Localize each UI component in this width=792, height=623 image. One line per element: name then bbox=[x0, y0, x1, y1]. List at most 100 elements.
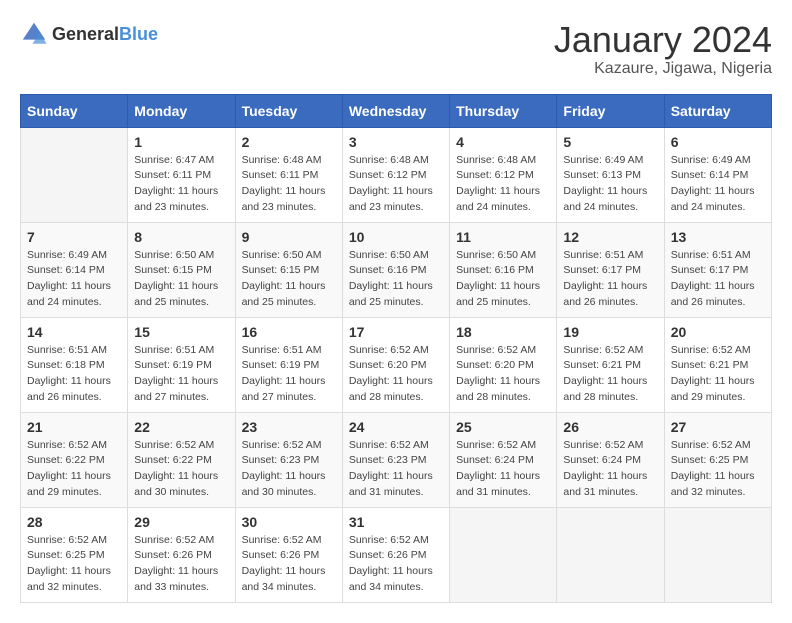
day-cell: 16 Sunrise: 6:51 AMSunset: 6:19 PMDayligh… bbox=[235, 317, 342, 412]
day-cell: 19Sunrise: 6:52 AMSunset: 6:21 PMDayligh… bbox=[557, 317, 664, 412]
day-cell: 23 Sunrise: 6:52 AMSunset: 6:23 PMDayligh… bbox=[235, 412, 342, 507]
day-number: 22 bbox=[134, 419, 228, 435]
week-row-0: 1 Sunrise: 6:47 AMSunset: 6:11 PMDaylight… bbox=[21, 127, 772, 222]
day-number: 28 bbox=[27, 514, 121, 530]
day-cell: 7 Sunrise: 6:49 AMSunset: 6:14 PMDaylight… bbox=[21, 222, 128, 317]
day-number: 14 bbox=[27, 324, 121, 340]
day-cell: 28 Sunrise: 6:52 AMSunset: 6:25 PMDayligh… bbox=[21, 507, 128, 602]
logo-text-general: General bbox=[52, 24, 119, 44]
day-number: 2 bbox=[242, 134, 336, 150]
day-number: 25 bbox=[456, 419, 550, 435]
day-info: Sunrise: 6:48 AMSunset: 6:12 PMDaylight:… bbox=[349, 153, 443, 216]
day-cell: 31 Sunrise: 6:52 AMSunset: 6:26 PMDayligh… bbox=[342, 507, 449, 602]
header-cell-saturday: Saturday bbox=[664, 94, 771, 127]
day-info: Sunrise: 6:52 AMSunset: 6:21 PMDaylight:… bbox=[563, 343, 657, 406]
day-info: Sunrise: 6:52 AMSunset: 6:22 PMDaylight:… bbox=[134, 438, 228, 501]
day-cell: 24 Sunrise: 6:52 AMSunset: 6:23 PMDayligh… bbox=[342, 412, 449, 507]
day-info: Sunrise: 6:52 AMSunset: 6:23 PMDaylight:… bbox=[349, 438, 443, 501]
day-number: 11 bbox=[456, 229, 550, 245]
day-cell: 25 Sunrise: 6:52 AMSunset: 6:24 PMDayligh… bbox=[450, 412, 557, 507]
day-cell bbox=[557, 507, 664, 602]
day-number: 9 bbox=[242, 229, 336, 245]
day-number: 10 bbox=[349, 229, 443, 245]
day-info: Sunrise: 6:52 AMSunset: 6:22 PMDaylight:… bbox=[27, 438, 121, 501]
day-number: 7 bbox=[27, 229, 121, 245]
day-number: 18 bbox=[456, 324, 550, 340]
day-number: 30 bbox=[242, 514, 336, 530]
day-info: Sunrise: 6:50 AMSunset: 6:15 PMDaylight:… bbox=[242, 248, 336, 311]
day-cell: 10Sunrise: 6:50 AMSunset: 6:16 PMDayligh… bbox=[342, 222, 449, 317]
day-number: 5 bbox=[563, 134, 657, 150]
header-cell-friday: Friday bbox=[557, 94, 664, 127]
day-cell: 11 Sunrise: 6:50 AMSunset: 6:16 PMDayligh… bbox=[450, 222, 557, 317]
day-info: Sunrise: 6:52 AMSunset: 6:20 PMDaylight:… bbox=[349, 343, 443, 406]
day-number: 29 bbox=[134, 514, 228, 530]
day-cell: 12Sunrise: 6:51 AMSunset: 6:17 PMDayligh… bbox=[557, 222, 664, 317]
day-info: Sunrise: 6:52 AMSunset: 6:21 PMDaylight:… bbox=[671, 343, 765, 406]
day-cell: 13Sunrise: 6:51 AMSunset: 6:17 PMDayligh… bbox=[664, 222, 771, 317]
day-cell: 27 Sunrise: 6:52 AMSunset: 6:25 PMDayligh… bbox=[664, 412, 771, 507]
week-row-2: 14 Sunrise: 6:51 AMSunset: 6:18 PMDayligh… bbox=[21, 317, 772, 412]
day-cell: 4Sunrise: 6:48 AMSunset: 6:12 PMDaylight… bbox=[450, 127, 557, 222]
logo: GeneralBlue bbox=[20, 20, 158, 48]
day-cell: 15Sunrise: 6:51 AMSunset: 6:19 PMDayligh… bbox=[128, 317, 235, 412]
day-number: 26 bbox=[563, 419, 657, 435]
header-cell-monday: Monday bbox=[128, 94, 235, 127]
day-info: Sunrise: 6:52 AMSunset: 6:20 PMDaylight:… bbox=[456, 343, 550, 406]
day-cell: 1 Sunrise: 6:47 AMSunset: 6:11 PMDaylight… bbox=[128, 127, 235, 222]
day-number: 20 bbox=[671, 324, 765, 340]
day-number: 24 bbox=[349, 419, 443, 435]
header-cell-wednesday: Wednesday bbox=[342, 94, 449, 127]
day-cell: 8 Sunrise: 6:50 AMSunset: 6:15 PMDaylight… bbox=[128, 222, 235, 317]
day-cell: 3 Sunrise: 6:48 AMSunset: 6:12 PMDaylight… bbox=[342, 127, 449, 222]
header-cell-tuesday: Tuesday bbox=[235, 94, 342, 127]
day-number: 23 bbox=[242, 419, 336, 435]
week-row-3: 21 Sunrise: 6:52 AMSunset: 6:22 PMDayligh… bbox=[21, 412, 772, 507]
day-number: 1 bbox=[134, 134, 228, 150]
day-cell: 26Sunrise: 6:52 AMSunset: 6:24 PMDayligh… bbox=[557, 412, 664, 507]
day-number: 15 bbox=[134, 324, 228, 340]
day-info: Sunrise: 6:47 AMSunset: 6:11 PMDaylight:… bbox=[134, 153, 228, 216]
day-cell: 18 Sunrise: 6:52 AMSunset: 6:20 PMDayligh… bbox=[450, 317, 557, 412]
page-header: GeneralBlue January 2024 Kazaure, Jigawa… bbox=[20, 20, 772, 78]
day-info: Sunrise: 6:52 AMSunset: 6:26 PMDaylight:… bbox=[242, 533, 336, 596]
day-cell bbox=[21, 127, 128, 222]
day-cell: 20 Sunrise: 6:52 AMSunset: 6:21 PMDayligh… bbox=[664, 317, 771, 412]
day-cell bbox=[664, 507, 771, 602]
day-cell: 29 Sunrise: 6:52 AMSunset: 6:26 PMDayligh… bbox=[128, 507, 235, 602]
day-info: Sunrise: 6:51 AMSunset: 6:18 PMDaylight:… bbox=[27, 343, 121, 406]
day-number: 3 bbox=[349, 134, 443, 150]
day-info: Sunrise: 6:52 AMSunset: 6:26 PMDaylight:… bbox=[134, 533, 228, 596]
calendar-body: 1 Sunrise: 6:47 AMSunset: 6:11 PMDaylight… bbox=[21, 127, 772, 602]
day-info: Sunrise: 6:50 AMSunset: 6:16 PMDaylight:… bbox=[456, 248, 550, 311]
day-info: Sunrise: 6:52 AMSunset: 6:24 PMDaylight:… bbox=[456, 438, 550, 501]
day-number: 8 bbox=[134, 229, 228, 245]
logo-icon bbox=[20, 20, 48, 48]
day-number: 27 bbox=[671, 419, 765, 435]
week-row-4: 28 Sunrise: 6:52 AMSunset: 6:25 PMDayligh… bbox=[21, 507, 772, 602]
day-info: Sunrise: 6:52 AMSunset: 6:25 PMDaylight:… bbox=[671, 438, 765, 501]
day-cell: 22 Sunrise: 6:52 AMSunset: 6:22 PMDayligh… bbox=[128, 412, 235, 507]
day-info: Sunrise: 6:52 AMSunset: 6:25 PMDaylight:… bbox=[27, 533, 121, 596]
calendar-subtitle: Kazaure, Jigawa, Nigeria bbox=[554, 60, 772, 78]
day-cell: 14 Sunrise: 6:51 AMSunset: 6:18 PMDayligh… bbox=[21, 317, 128, 412]
week-row-1: 7 Sunrise: 6:49 AMSunset: 6:14 PMDaylight… bbox=[21, 222, 772, 317]
day-info: Sunrise: 6:49 AMSunset: 6:14 PMDaylight:… bbox=[671, 153, 765, 216]
day-info: Sunrise: 6:49 AMSunset: 6:14 PMDaylight:… bbox=[27, 248, 121, 311]
day-cell: 2Sunrise: 6:48 AMSunset: 6:11 PMDaylight… bbox=[235, 127, 342, 222]
day-number: 21 bbox=[27, 419, 121, 435]
day-number: 16 bbox=[242, 324, 336, 340]
header-cell-sunday: Sunday bbox=[21, 94, 128, 127]
day-info: Sunrise: 6:51 AMSunset: 6:17 PMDaylight:… bbox=[671, 248, 765, 311]
day-number: 31 bbox=[349, 514, 443, 530]
day-info: Sunrise: 6:51 AMSunset: 6:19 PMDaylight:… bbox=[242, 343, 336, 406]
header-row: SundayMondayTuesdayWednesdayThursdayFrid… bbox=[21, 94, 772, 127]
day-cell: 21 Sunrise: 6:52 AMSunset: 6:22 PMDayligh… bbox=[21, 412, 128, 507]
day-info: Sunrise: 6:50 AMSunset: 6:15 PMDaylight:… bbox=[134, 248, 228, 311]
day-info: Sunrise: 6:51 AMSunset: 6:17 PMDaylight:… bbox=[563, 248, 657, 311]
calendar-header: SundayMondayTuesdayWednesdayThursdayFrid… bbox=[21, 94, 772, 127]
day-info: Sunrise: 6:52 AMSunset: 6:26 PMDaylight:… bbox=[349, 533, 443, 596]
day-info: Sunrise: 6:49 AMSunset: 6:13 PMDaylight:… bbox=[563, 153, 657, 216]
calendar-title: January 2024 bbox=[554, 20, 772, 60]
day-info: Sunrise: 6:52 AMSunset: 6:23 PMDaylight:… bbox=[242, 438, 336, 501]
